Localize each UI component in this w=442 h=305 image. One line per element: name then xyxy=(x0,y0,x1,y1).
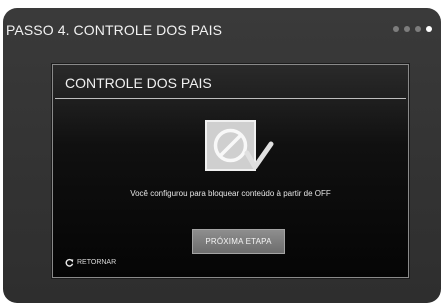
step-dot-1 xyxy=(393,26,399,32)
block-setting-message: Você configurou para bloquear conteúdo à… xyxy=(130,189,331,198)
step-progress-dots xyxy=(393,26,432,32)
return-label: RETORNAR xyxy=(77,259,117,266)
step-dot-2 xyxy=(404,26,410,32)
next-step-button[interactable]: PRÓXIMA ETAPA xyxy=(192,229,285,254)
parental-control-dialog: CONTROLE DOS PAIS Você configurou para b… xyxy=(52,64,409,278)
return-link[interactable]: RETORNAR xyxy=(65,258,116,267)
dialog-title: CONTROLE DOS PAIS xyxy=(65,75,212,91)
no-entry-check-icon xyxy=(205,120,274,171)
step-title: PASSO 4. CONTROLE DOS PAIS xyxy=(6,22,223,38)
dialog-divider xyxy=(55,98,406,99)
screen: PASSO 4. CONTROLE DOS PAIS CONTROLE DOS … xyxy=(0,0,442,305)
step-dot-4-active xyxy=(426,26,432,32)
step-dot-3 xyxy=(415,26,421,32)
return-arrow-icon xyxy=(65,258,74,267)
setup-frame: PASSO 4. CONTROLE DOS PAIS CONTROLE DOS … xyxy=(3,8,441,303)
